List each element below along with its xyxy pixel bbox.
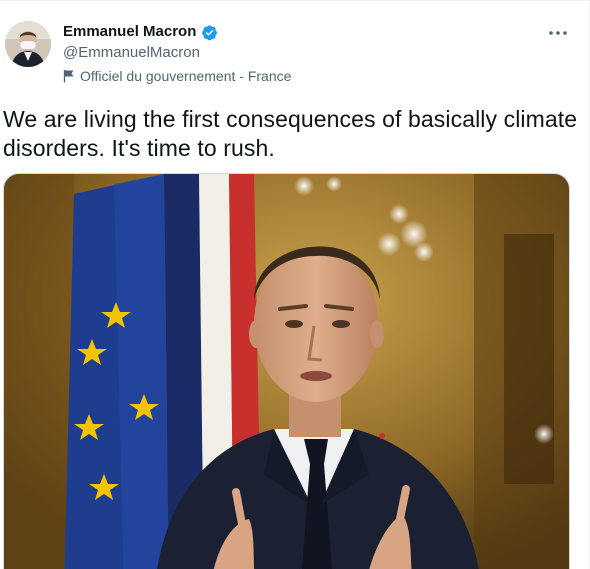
- government-label-text: Officiel du gouvernement - France: [80, 68, 292, 84]
- author-name-row[interactable]: Emmanuel Macron: [63, 21, 218, 43]
- more-icon: [548, 23, 568, 41]
- video-frame-image: [4, 174, 569, 569]
- verified-badge-icon: [201, 24, 218, 41]
- tweet-card: Emmanuel Macron @EmmanuelMacron Officiel…: [0, 0, 590, 569]
- tweet-text: We are living the first consequences of …: [3, 106, 578, 161]
- more-options-button[interactable]: [541, 19, 575, 45]
- author-handle[interactable]: @EmmanuelMacron: [63, 43, 200, 63]
- author-display-name[interactable]: Emmanuel Macron: [63, 22, 196, 42]
- tweet-media-video[interactable]: [3, 173, 570, 569]
- avatar[interactable]: [5, 21, 51, 67]
- flag-icon: [63, 69, 75, 83]
- government-label: Officiel du gouvernement - France: [63, 67, 291, 85]
